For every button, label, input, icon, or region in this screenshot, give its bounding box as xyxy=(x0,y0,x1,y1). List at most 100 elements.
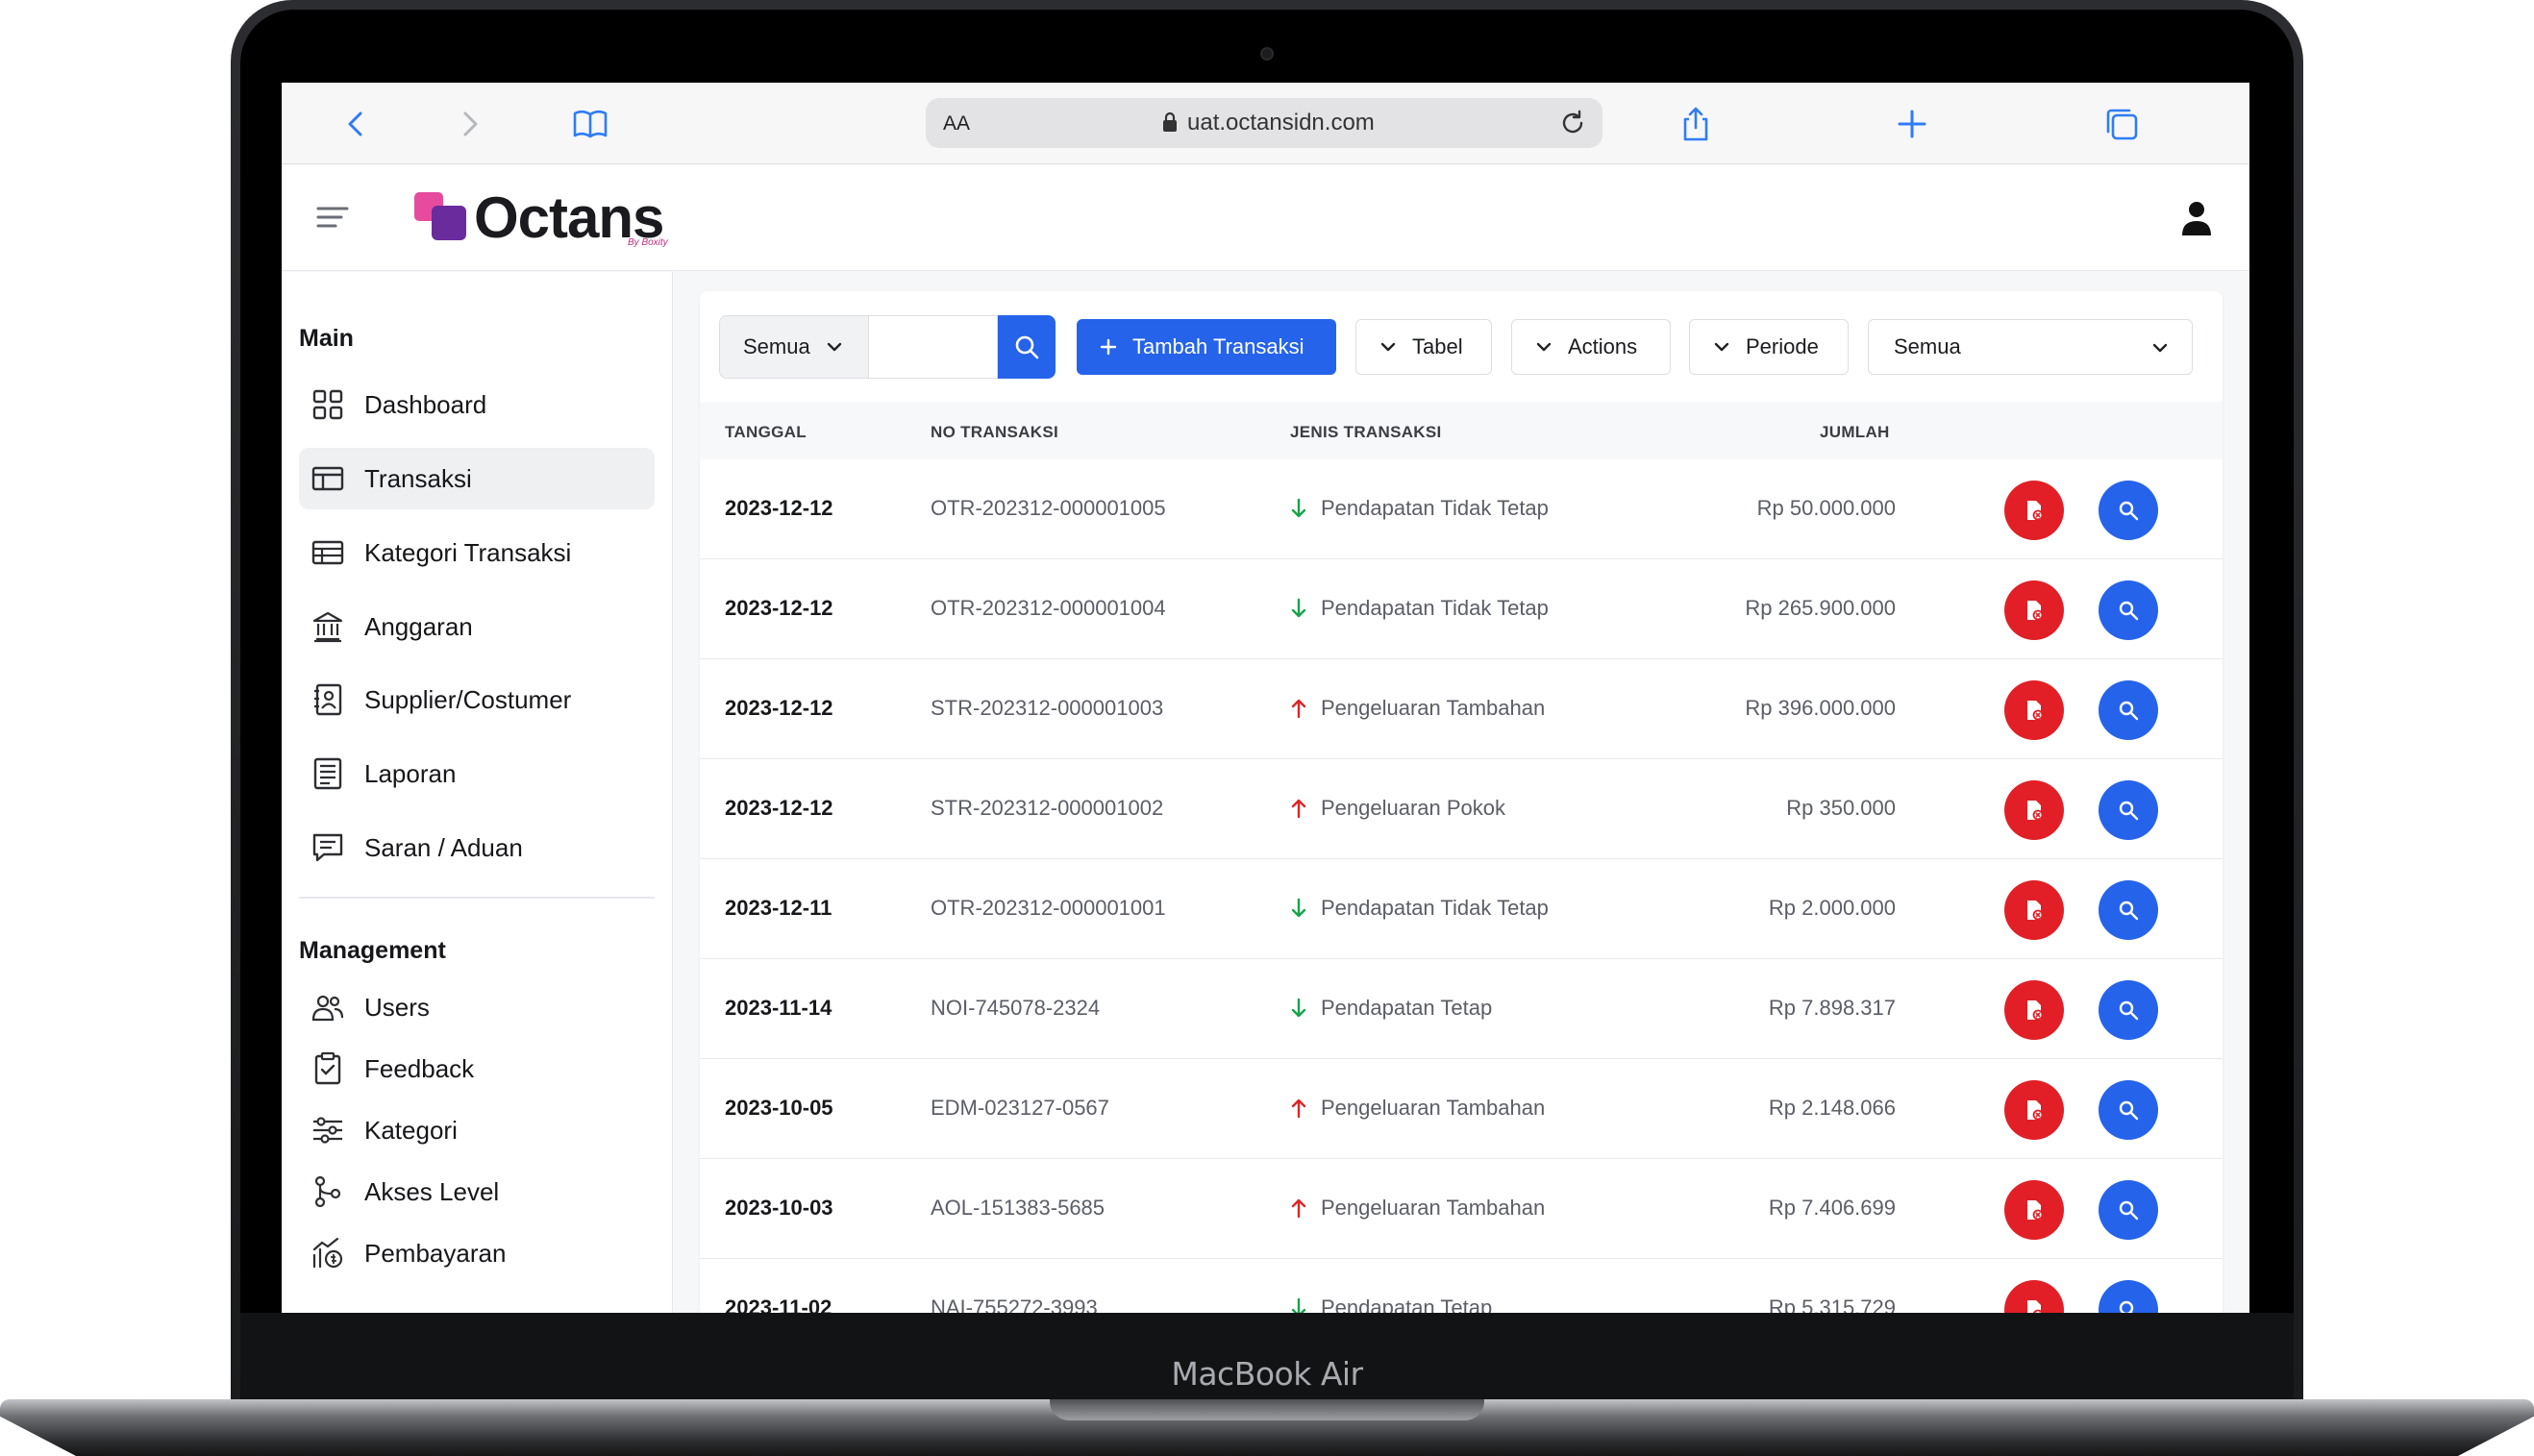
sidebar-item-laporan[interactable]: Laporan xyxy=(299,743,655,804)
cell-jenis-label: Pengeluaran Pokok xyxy=(1321,796,1506,820)
cell-tanggal: 2023-12-11 xyxy=(725,896,832,920)
sidebar-item-saran-aduan[interactable]: Saran / Aduan xyxy=(299,817,655,878)
table-row[interactable]: 2023-12-11 OTR-202312-000001001 Pendapatan… xyxy=(700,859,2223,959)
table-row[interactable]: 2023-12-12 OTR-202312-000001004 Pendapatan… xyxy=(700,559,2223,659)
reload-icon[interactable] xyxy=(1558,109,1587,137)
delete-document-icon xyxy=(2027,1300,2044,1313)
cell-no-transaksi: NAI-755272-3993 xyxy=(931,1296,1098,1313)
sidebar-item-label: Kategori xyxy=(364,1115,458,1145)
delete-button[interactable] xyxy=(2004,980,2064,1040)
address-bar[interactable]: AA uat.octansidn.com xyxy=(926,98,1602,148)
table-row[interactable]: 2023-12-12 STR-202312-000001003 Pengeluara… xyxy=(700,659,2223,759)
add-transaction-button[interactable]: Tambah Transaksi xyxy=(1077,319,1336,375)
search-input[interactable] xyxy=(869,315,998,379)
cell-no-transaksi: NOI-745078-2324 xyxy=(931,996,1101,1020)
column-header-no-transaksi[interactable]: NO TRANSAKSI xyxy=(931,423,1058,442)
periode-button[interactable]: Periode xyxy=(1689,319,1849,375)
sidebar-item-dashboard[interactable]: Dashboard xyxy=(299,374,655,435)
view-detail-button[interactable] xyxy=(2099,1080,2158,1140)
sidebar-item-users[interactable]: Users xyxy=(299,976,655,1038)
cell-jenis-transaksi: Pengeluaran Tambahan xyxy=(1290,1096,1545,1121)
url-text: uat.octansidn.com xyxy=(1187,110,1375,136)
sidebar-item-supplier[interactable]: Supplier/Costumer xyxy=(299,669,655,730)
delete-button[interactable] xyxy=(2004,1080,2064,1140)
column-header-jenis-transaksi[interactable]: JENIS TRANSAKSI xyxy=(1290,423,1442,442)
menu-icon[interactable] xyxy=(316,203,349,232)
add-transaction-label: Tambah Transaksi xyxy=(1132,334,1304,358)
message-icon xyxy=(311,830,345,865)
column-header-tanggal[interactable]: TANGGAL xyxy=(725,423,807,442)
screen: AA uat.octansidn.com Octans By Boxity Ma… xyxy=(282,83,2249,1313)
new-tab-icon[interactable] xyxy=(1892,104,1932,144)
cell-tanggal: 2023-12-12 xyxy=(725,796,833,820)
octans-logo[interactable]: Octans By Boxity xyxy=(414,185,683,252)
app-header: Octans By Boxity xyxy=(282,165,2249,271)
sidebar-item-label: Kategori Transaksi xyxy=(364,537,572,567)
view-detail-button[interactable] xyxy=(2099,1180,2158,1240)
table-row[interactable]: 2023-11-02 NAI-755272-3993 Pendapatan Teta… xyxy=(700,1259,2223,1313)
cell-jenis-transaksi: Pendapatan Tidak Tetap xyxy=(1290,896,1549,921)
search-button[interactable] xyxy=(998,315,1056,379)
table-row[interactable]: 2023-11-14 NOI-745078-2324 Pendapatan Teta… xyxy=(700,959,2223,1059)
tabs-overview-icon[interactable] xyxy=(2101,104,2142,144)
delete-button[interactable] xyxy=(2004,481,2064,540)
view-detail-button[interactable] xyxy=(2099,481,2158,540)
transactions-card: Semua Tambah Transaksi Tabel Actions Per… xyxy=(700,291,2223,1313)
users-icon xyxy=(311,990,345,1024)
delete-button[interactable] xyxy=(2004,1280,2064,1313)
status-select[interactable]: Semua xyxy=(1868,319,2193,375)
view-detail-button[interactable] xyxy=(2099,980,2158,1040)
sidebar-item-transaksi[interactable]: Transaksi xyxy=(299,448,655,509)
payment-chart-icon xyxy=(311,1236,345,1271)
sidebar-item-label: Supplier/Costumer xyxy=(364,684,572,714)
cell-jumlah: Rp 50.000.000 xyxy=(1756,496,1896,520)
arrow-up-icon xyxy=(1291,1098,1306,1119)
table-row[interactable]: 2023-12-12 OTR-202312-000001005 Pendapatan… xyxy=(700,459,2223,559)
share-icon[interactable] xyxy=(1676,104,1716,144)
report-icon xyxy=(311,756,345,791)
view-detail-button[interactable] xyxy=(2099,680,2158,740)
sidebar-item-feedback[interactable]: Feedback xyxy=(299,1038,655,1099)
forward-icon[interactable] xyxy=(449,104,489,144)
user-account-icon[interactable] xyxy=(2180,200,2213,236)
table-icon xyxy=(311,461,345,496)
arrow-up-icon xyxy=(1291,699,1306,719)
view-detail-button[interactable] xyxy=(2099,880,2158,940)
cell-no-transaksi: OTR-202312-000001005 xyxy=(931,496,1166,520)
text-size-button[interactable]: AA xyxy=(943,112,970,136)
delete-button[interactable] xyxy=(2004,580,2064,640)
sidebar-item-label: Akses Level xyxy=(364,1176,500,1206)
delete-document-icon xyxy=(2027,1100,2044,1121)
table-row[interactable]: 2023-10-05 EDM-023127-0567 Pengeluaran Tam… xyxy=(700,1059,2223,1159)
view-detail-button[interactable] xyxy=(2099,580,2158,640)
column-header-jumlah[interactable]: JUMLAH xyxy=(1820,423,1890,442)
view-detail-button[interactable] xyxy=(2099,780,2158,840)
delete-document-icon xyxy=(2027,601,2044,621)
clipboard-check-icon xyxy=(311,1051,345,1086)
periode-label: Periode xyxy=(1746,334,1819,358)
delete-button[interactable] xyxy=(2004,1180,2064,1240)
cell-jumlah: Rp 265.900.000 xyxy=(1745,596,1896,620)
delete-button[interactable] xyxy=(2004,880,2064,940)
delete-button[interactable] xyxy=(2004,780,2064,840)
delete-button[interactable] xyxy=(2004,680,2064,740)
sidebar-item-label: Anggaran xyxy=(364,611,473,641)
table-row[interactable]: 2023-10-03 AOL-151383-5685 Pengeluaran Tam… xyxy=(700,1159,2223,1259)
sidebar-item-kategori-transaksi[interactable]: Kategori Transaksi xyxy=(299,522,655,583)
sidebar-item-pembayaran[interactable]: Pembayaran xyxy=(299,1222,655,1284)
cell-jenis-transaksi: Pendapatan Tetap xyxy=(1290,996,1492,1021)
table-row[interactable]: 2023-12-12 STR-202312-000001002 Pengeluara… xyxy=(700,759,2223,859)
sidebar-item-kategori[interactable]: Kategori xyxy=(299,1099,655,1161)
sidebar-item-label: Dashboard xyxy=(364,389,487,419)
filter-select[interactable]: Semua xyxy=(719,315,869,379)
view-tabel-button[interactable]: Tabel xyxy=(1355,319,1492,375)
actions-button[interactable]: Actions xyxy=(1511,319,1671,375)
sidebar-item-anggaran[interactable]: Anggaran xyxy=(299,596,655,657)
sidebar-item-akses-level[interactable]: Akses Level xyxy=(299,1161,655,1222)
back-icon[interactable] xyxy=(336,104,377,144)
view-detail-button[interactable] xyxy=(2099,1280,2158,1313)
sidebar-item-label: Pembayaran xyxy=(364,1238,507,1268)
logo-subtext: By Boxity xyxy=(628,237,668,248)
bookmarks-icon[interactable] xyxy=(570,104,610,144)
cell-jumlah: Rp 2.000.000 xyxy=(1768,896,1896,920)
